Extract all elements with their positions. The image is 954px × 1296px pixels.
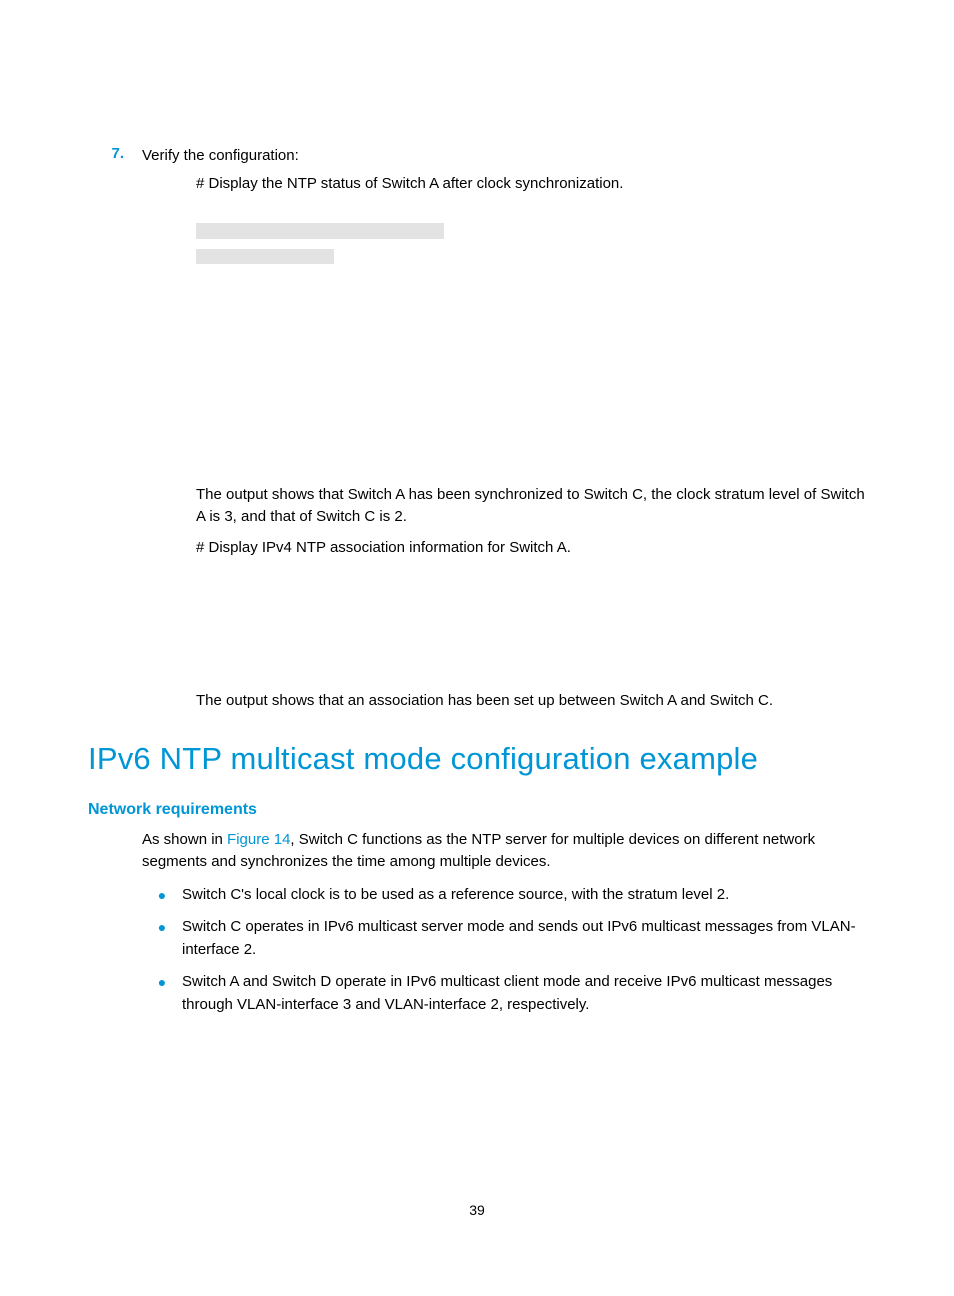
redacted-block [196,249,334,264]
page-number: 39 [0,1202,954,1218]
subsection-heading: Network requirements [88,801,866,819]
step-text: Verify the configuration: [142,145,299,167]
redacted-block [196,223,444,239]
list-item-text: Switch A and Switch D operate in IPv6 mu… [182,971,866,1016]
list-item-text: Switch C operates in IPv6 multicast serv… [182,916,866,961]
section-heading: IPv6 NTP multicast mode configuration ex… [88,741,866,777]
paragraph: The output shows that an association has… [196,690,866,713]
comment-line: # Display the NTP status of Switch A aft… [196,173,866,195]
list-item-text: Switch C's local clock is to be used as … [182,884,866,907]
list-item: ● Switch C operates in IPv6 multicast se… [142,916,866,961]
list-item: ● Switch A and Switch D operate in IPv6 … [142,971,866,1016]
bullet-icon: ● [142,971,182,1016]
bullet-list: ● Switch C's local clock is to be used a… [142,884,866,1017]
paragraph: The output shows that Switch A has been … [196,484,866,529]
step-number: 7. [88,145,142,167]
bullet-icon: ● [142,884,182,907]
comment-line: # Display IPv4 NTP association informati… [196,537,866,559]
intro-paragraph: As shown in Figure 14, Switch C function… [142,829,866,874]
intro-prefix: As shown in [142,831,227,848]
list-item: ● Switch C's local clock is to be used a… [142,884,866,907]
figure-reference-link[interactable]: Figure 14 [227,831,290,848]
step-item: 7. Verify the configuration: [88,145,866,167]
bullet-icon: ● [142,916,182,961]
